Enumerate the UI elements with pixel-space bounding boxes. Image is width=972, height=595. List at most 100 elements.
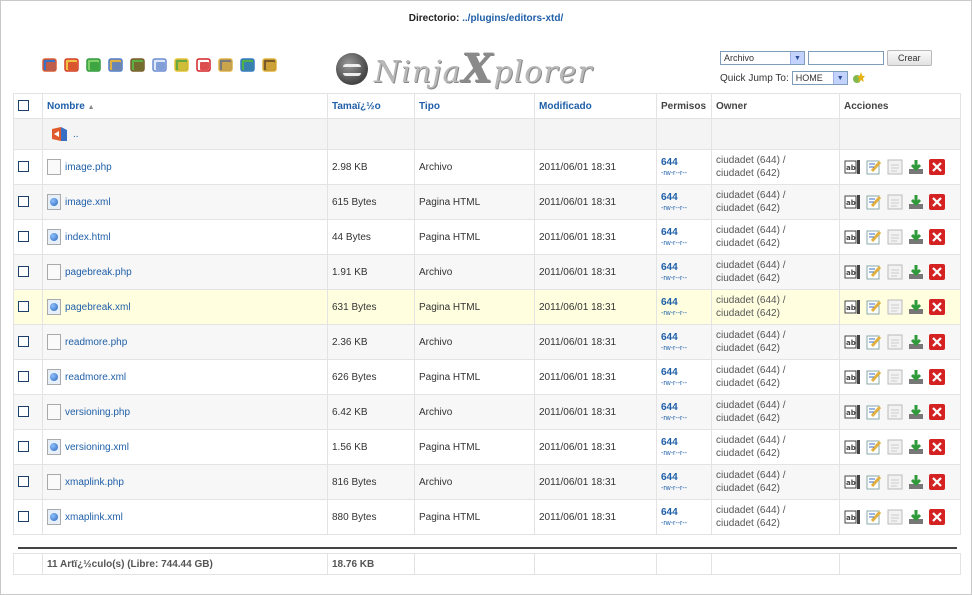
move-icon[interactable] (172, 55, 191, 74)
row-action-delete-icon[interactable] (928, 228, 946, 246)
row-action-edit-icon[interactable] (865, 368, 883, 386)
row-action-delete-icon[interactable] (928, 403, 946, 421)
new-item-name-input[interactable] (808, 51, 884, 65)
row-action-download-icon[interactable] (907, 403, 925, 421)
row-action-download-icon[interactable] (907, 228, 925, 246)
column-header-size[interactable]: Tamaï¿½o (327, 93, 415, 119)
row-action-edit-icon[interactable] (865, 473, 883, 491)
file-name-link[interactable]: image.php (65, 162, 112, 173)
file-name-link[interactable]: readmore.php (65, 337, 127, 348)
row-action-delete-icon[interactable] (928, 333, 946, 351)
row-action-view-icon[interactable] (886, 403, 904, 421)
row-action-delete-icon[interactable] (928, 438, 946, 456)
file-perm-link[interactable]: 644 (661, 507, 707, 519)
file-name-link[interactable]: pagebreak.xml (65, 302, 131, 313)
search-icon[interactable] (106, 55, 125, 74)
chmod-icon[interactable] (238, 55, 257, 74)
row-action-rename-icon[interactable]: ab (844, 193, 862, 211)
table-row[interactable]: pagebreak.xml 631 Bytes Pagina HTML 2011… (13, 289, 961, 325)
row-action-download-icon[interactable] (907, 263, 925, 281)
archive-icon[interactable] (128, 55, 147, 74)
parent-directory-link[interactable]: .. (73, 129, 79, 140)
row-action-edit-icon[interactable] (865, 333, 883, 351)
row-checkbox[interactable] (18, 476, 29, 488)
file-name-link[interactable]: xmaplink.php (65, 477, 124, 488)
copy-icon[interactable] (150, 55, 169, 74)
row-action-rename-icon[interactable]: ab (844, 298, 862, 316)
row-checkbox[interactable] (18, 441, 29, 453)
row-action-download-icon[interactable] (907, 333, 925, 351)
row-action-rename-icon[interactable]: ab (844, 333, 862, 351)
file-name-link[interactable]: xmaplink.xml (65, 512, 123, 523)
row-checkbox[interactable] (18, 161, 29, 173)
column-header-modified[interactable]: Modificado (534, 93, 657, 119)
create-button[interactable]: Crear (887, 50, 932, 66)
extract-icon[interactable] (260, 55, 279, 74)
row-action-edit-icon[interactable] (865, 438, 883, 456)
row-checkbox[interactable] (18, 371, 29, 383)
file-name-link[interactable]: pagebreak.php (65, 267, 132, 278)
row-action-view-icon[interactable] (886, 298, 904, 316)
column-header-name[interactable]: Nombre ▲ (42, 93, 328, 119)
file-perm-link[interactable]: 644 (661, 157, 707, 169)
row-checkbox[interactable] (18, 231, 29, 243)
rename-icon[interactable] (216, 55, 235, 74)
row-action-delete-icon[interactable] (928, 508, 946, 526)
table-row[interactable]: versioning.xml 1.56 KB Pagina HTML 2011/… (13, 429, 961, 465)
row-action-view-icon[interactable] (886, 263, 904, 281)
file-name-link[interactable]: readmore.xml (65, 372, 126, 383)
reload-icon[interactable] (84, 55, 103, 74)
row-action-rename-icon[interactable]: ab (844, 438, 862, 456)
table-row[interactable]: index.html 44 Bytes Pagina HTML 2011/06/… (13, 219, 961, 255)
row-action-edit-icon[interactable] (865, 298, 883, 316)
row-action-rename-icon[interactable]: ab (844, 403, 862, 421)
row-action-edit-icon[interactable] (865, 193, 883, 211)
row-checkbox[interactable] (18, 511, 29, 523)
row-action-view-icon[interactable] (886, 368, 904, 386)
table-row[interactable]: versioning.php 6.42 KB Archivo 2011/06/0… (13, 394, 961, 430)
file-perm-link[interactable]: 644 (661, 367, 707, 379)
file-perm-link[interactable]: 644 (661, 227, 707, 239)
file-name-link[interactable]: index.html (65, 232, 111, 243)
back-icon[interactable] (40, 55, 59, 74)
file-perm-link[interactable]: 644 (661, 297, 707, 309)
row-action-delete-icon[interactable] (928, 193, 946, 211)
row-action-view-icon[interactable] (886, 193, 904, 211)
row-action-view-icon[interactable] (886, 228, 904, 246)
row-checkbox[interactable] (18, 406, 29, 418)
file-perm-link[interactable]: 644 (661, 332, 707, 344)
row-action-delete-icon[interactable] (928, 298, 946, 316)
file-perm-link[interactable]: 644 (661, 192, 707, 204)
row-action-download-icon[interactable] (907, 368, 925, 386)
delete-icon[interactable] (194, 55, 213, 74)
row-action-edit-icon[interactable] (865, 403, 883, 421)
row-action-edit-icon[interactable] (865, 263, 883, 281)
row-action-edit-icon[interactable] (865, 508, 883, 526)
row-action-rename-icon[interactable]: ab (844, 228, 862, 246)
table-row[interactable]: readmore.xml 626 Bytes Pagina HTML 2011/… (13, 359, 961, 395)
row-action-delete-icon[interactable] (928, 473, 946, 491)
file-name-link[interactable]: versioning.xml (65, 442, 129, 453)
row-action-download-icon[interactable] (907, 438, 925, 456)
row-action-edit-icon[interactable] (865, 228, 883, 246)
row-checkbox[interactable] (18, 301, 29, 313)
row-action-delete-icon[interactable] (928, 158, 946, 176)
row-action-rename-icon[interactable]: ab (844, 263, 862, 281)
row-action-rename-icon[interactable]: ab (844, 368, 862, 386)
row-action-download-icon[interactable] (907, 508, 925, 526)
row-action-view-icon[interactable] (886, 158, 904, 176)
row-action-view-icon[interactable] (886, 333, 904, 351)
row-action-rename-icon[interactable]: ab (844, 508, 862, 526)
row-action-download-icon[interactable] (907, 298, 925, 316)
table-row[interactable]: readmore.php 2.36 KB Archivo 2011/06/01 … (13, 324, 961, 360)
file-name-link[interactable]: image.xml (65, 197, 111, 208)
column-header-type[interactable]: Tipo (414, 93, 535, 119)
directory-path-link[interactable]: ../plugins/editors-xtd/ (462, 13, 563, 24)
new-type-select[interactable]: Archivo ▼ (720, 51, 805, 65)
row-action-view-icon[interactable] (886, 508, 904, 526)
row-action-download-icon[interactable] (907, 473, 925, 491)
row-checkbox[interactable] (18, 196, 29, 208)
parent-directory-row[interactable]: .. (13, 118, 961, 150)
table-row[interactable]: xmaplink.php 816 Bytes Archivo 2011/06/0… (13, 464, 961, 500)
table-row[interactable]: pagebreak.php 1.91 KB Archivo 2011/06/01… (13, 254, 961, 290)
